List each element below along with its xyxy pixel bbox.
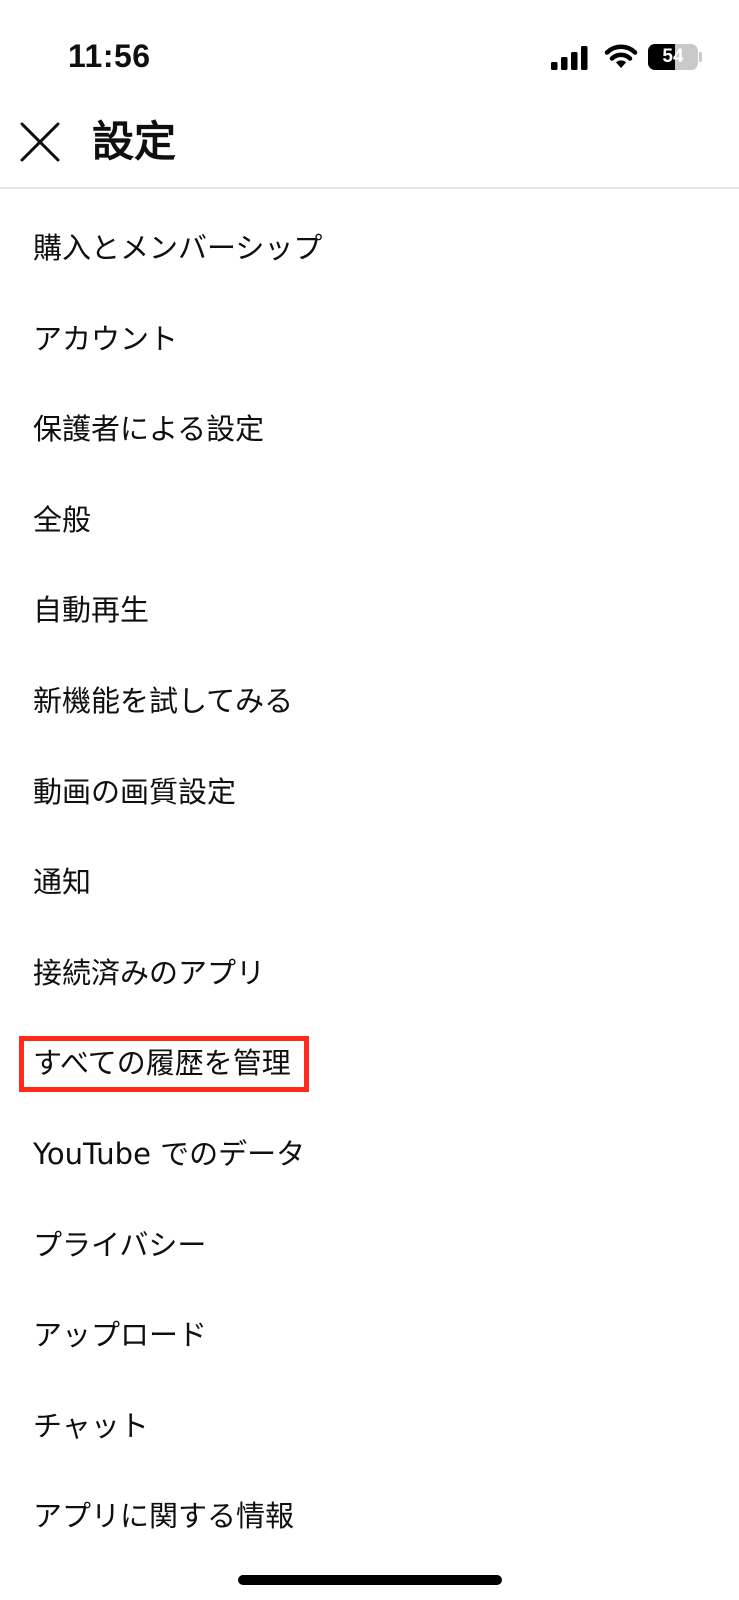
status-bar: 11:56 54 bbox=[0, 0, 739, 110]
settings-item-your-data-in-youtube[interactable]: YouTube でのデータ bbox=[0, 1109, 739, 1200]
settings-item-manage-all-history[interactable]: すべての履歴を管理 bbox=[0, 1018, 739, 1109]
settings-item-general[interactable]: 全般 bbox=[0, 475, 739, 566]
settings-item-autoplay[interactable]: 自動再生 bbox=[0, 565, 739, 656]
settings-item-uploads[interactable]: アップロード bbox=[0, 1290, 739, 1381]
page-title: 設定 bbox=[92, 117, 177, 166]
battery-indicator: 54 bbox=[648, 44, 702, 70]
settings-item-try-new-features[interactable]: 新機能を試してみる bbox=[0, 656, 739, 747]
close-button[interactable] bbox=[18, 120, 62, 164]
settings-item-parental-controls[interactable]: 保護者による設定 bbox=[0, 384, 739, 475]
close-icon bbox=[20, 122, 60, 162]
wifi-icon bbox=[604, 44, 638, 68]
settings-item-about[interactable]: アプリに関する情報 bbox=[0, 1471, 739, 1562]
battery-level-text: 54 bbox=[662, 46, 684, 67]
settings-item-chat[interactable]: チャット bbox=[0, 1381, 739, 1472]
settings-item-privacy[interactable]: プライバシー bbox=[0, 1200, 739, 1291]
settings-header: 設定 bbox=[0, 110, 739, 189]
battery-body: 54 bbox=[648, 44, 698, 70]
home-indicator bbox=[238, 1575, 502, 1585]
settings-item-purchases-memberships[interactable]: 購入とメンバーシップ bbox=[0, 203, 739, 294]
status-time: 11:56 bbox=[68, 38, 151, 74]
settings-list: 購入とメンバーシップ アカウント 保護者による設定 全般 自動再生 新機能を試し… bbox=[0, 203, 739, 1562]
settings-item-account[interactable]: アカウント bbox=[0, 294, 739, 385]
settings-item-connected-apps[interactable]: 接続済みのアプリ bbox=[0, 928, 739, 1019]
cellular-signal-icon bbox=[551, 46, 588, 70]
battery-cap bbox=[699, 52, 702, 62]
settings-item-video-quality[interactable]: 動画の画質設定 bbox=[0, 747, 739, 838]
settings-item-notifications[interactable]: 通知 bbox=[0, 837, 739, 928]
